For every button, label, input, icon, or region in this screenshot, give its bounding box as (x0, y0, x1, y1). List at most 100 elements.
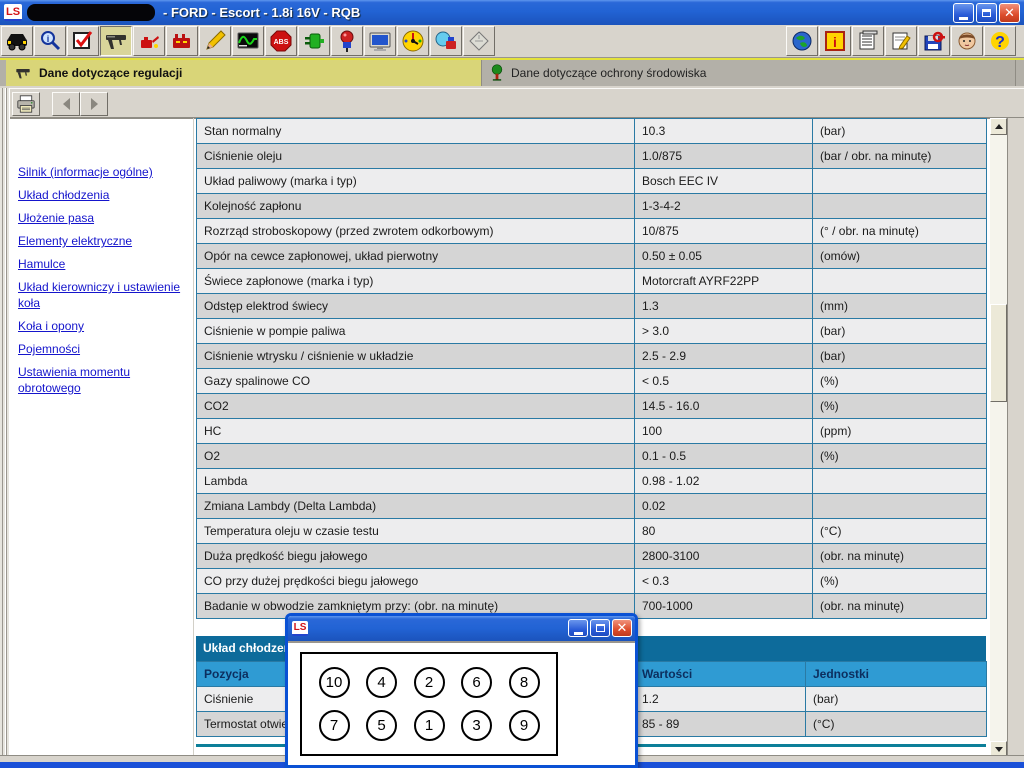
drawings-button[interactable] (199, 26, 231, 56)
col-header-values: Wartości (635, 662, 806, 687)
spec-unit: (obr. na minutę) (813, 594, 987, 619)
close-button[interactable]: ✕ (999, 3, 1020, 23)
spec-unit: (bar) (813, 119, 987, 144)
connector-icon (302, 29, 326, 53)
spec-value: 0.98 - 1.02 (635, 469, 813, 494)
sidebar-link[interactable]: Układ kierowniczy i ustawienie koła (18, 279, 188, 311)
spec-value: 80 (635, 519, 813, 544)
popup-logo-icon: LS (292, 621, 308, 636)
printer-icon (16, 95, 36, 113)
documents-button[interactable] (852, 26, 884, 56)
tab-adjustment-data[interactable]: Dane dotyczące regulacji (6, 60, 482, 86)
spec-value: Motorcraft AYRF22PP (635, 269, 813, 294)
minimize-button[interactable] (953, 3, 974, 23)
spec-label: Świece zapłonowe (marka i typ) (197, 269, 635, 294)
abs-icon: ABS (269, 29, 293, 53)
spec-label: Układ paliwowy (marka i typ) (197, 169, 635, 194)
spec-unit: (bar) (813, 344, 987, 369)
info-button[interactable]: i (819, 26, 851, 56)
scrollbar-thumb[interactable] (990, 304, 1007, 402)
user-button[interactable] (951, 26, 983, 56)
spec-row: CO przy dużej prędkości biegu jałowego <… (197, 569, 987, 594)
checklist-button[interactable] (67, 26, 99, 56)
notes-button[interactable] (885, 26, 917, 56)
spec-unit: (°C) (813, 519, 987, 544)
popup-maximize-button[interactable] (590, 619, 610, 637)
diagnostics-button[interactable] (232, 26, 264, 56)
forward-button[interactable] (80, 92, 108, 116)
app-logo-icon: LS (4, 4, 22, 21)
spec-label: Odstęp elektrod świecy (197, 294, 635, 319)
spec-label: Zmiana Lambdy (Delta Lambda) (197, 494, 635, 519)
pencil-icon (203, 29, 227, 53)
sidebar-link[interactable]: Ustawienia momentu obrotowego (18, 364, 188, 396)
spec-unit: (bar / obr. na minutę) (813, 144, 987, 169)
tab-environmental-data[interactable]: Dane dotyczące ochrony środowiska (482, 60, 1016, 86)
spec-label: Ciśnienie w pompie paliwa (197, 319, 635, 344)
spec-value: > 3.0 (635, 319, 813, 344)
window-title: - FORD - Escort - 1.8i 16V - RQB (163, 5, 360, 20)
restore-button[interactable] (976, 3, 997, 23)
cylinder-number: 1 (414, 710, 445, 741)
spec-label: CO przy dużej prędkości biegu jałowego (197, 569, 635, 594)
popup-close-button[interactable]: ✕ (612, 619, 632, 637)
oil-can-icon (137, 29, 161, 53)
popup-minimize-button[interactable] (568, 619, 588, 637)
scroll-up-button[interactable] (990, 118, 1007, 135)
close-icon: ✕ (617, 622, 628, 635)
cylinder-number: 4 (366, 667, 397, 698)
sidebar-link[interactable]: Koła i opony (18, 318, 188, 334)
vertical-scrollbar[interactable] (990, 118, 1007, 758)
injection-button[interactable] (331, 26, 363, 56)
climate-button[interactable] (430, 26, 462, 56)
sidebar-link[interactable]: Pojemności (18, 341, 188, 357)
wiring-button[interactable] (298, 26, 330, 56)
spec-row: Stan normalny 10.3 (bar) (197, 119, 987, 144)
svg-text:?: ? (995, 34, 1005, 51)
spec-unit: (bar) (813, 319, 987, 344)
abs-button[interactable]: ABS (265, 26, 297, 56)
spec-unit: (%) (813, 369, 987, 394)
polish-button[interactable] (463, 26, 495, 56)
polish-icon (467, 29, 491, 53)
spec-value: 2.5 - 2.9 (635, 344, 813, 369)
spec-row: O2 0.1 - 0.5 (%) (197, 444, 987, 469)
sidebar-link[interactable]: Układ chłodzenia (18, 187, 188, 203)
user-icon (956, 30, 978, 52)
sidebar-link[interactable]: Silnik (informacje ogólne) (18, 164, 188, 180)
sidebar-nav: Silnik (informacje ogólne) Układ chłodze… (18, 164, 188, 403)
right-window-frame (1007, 118, 1024, 758)
spec-unit (813, 194, 987, 219)
monitor-button[interactable] (364, 26, 396, 56)
cylinder-number: 2 (414, 667, 445, 698)
sidebar-link[interactable]: Elementy elektryczne (18, 233, 188, 249)
col-header-units: Jednostki (806, 662, 987, 687)
sidebar-link[interactable]: Ułożenie pasa (18, 210, 188, 226)
cylinder-number: 7 (319, 710, 350, 741)
help-button[interactable]: ? (984, 26, 1016, 56)
close-icon: ✕ (1004, 7, 1015, 20)
spec-value: Bosch EEC IV (635, 169, 813, 194)
spec-unit: (%) (813, 444, 987, 469)
key-disk-button[interactable] (918, 26, 950, 56)
back-button[interactable] (52, 92, 80, 116)
cylinder-number: 3 (461, 710, 492, 741)
forward-icon (91, 98, 98, 110)
search-info-button[interactable]: i (34, 26, 66, 56)
globe-icon (791, 30, 813, 52)
main-toolbar: i ABS i (0, 25, 1024, 58)
print-button[interactable] (12, 92, 40, 116)
firing-order-popup: LS ✕ 104268 75139 (285, 613, 638, 768)
page-toolbar (0, 88, 1024, 118)
globe-button[interactable] (786, 26, 818, 56)
spec-value: 0.02 (635, 494, 813, 519)
gauges-button[interactable] (397, 26, 429, 56)
engine-timing-button[interactable] (166, 26, 198, 56)
spec-row: Zmiana Lambdy (Delta Lambda) 0.02 (197, 494, 987, 519)
spec-label: Ciśnienie oleju (197, 144, 635, 169)
spec-value: 700-1000 (635, 594, 813, 619)
adjustment-data-button[interactable] (100, 26, 132, 56)
sidebar-link[interactable]: Hamulce (18, 256, 188, 272)
lubricants-button[interactable] (133, 26, 165, 56)
car-button[interactable] (1, 26, 33, 56)
